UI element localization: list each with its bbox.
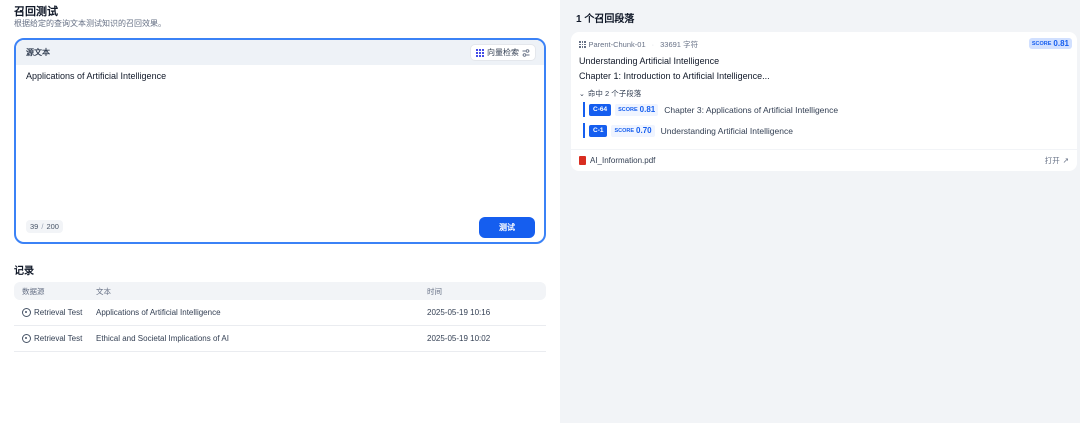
chevron-down-icon: ⌄: [579, 90, 585, 98]
child-chunk-text: Chapter 3: Applications of Artificial In…: [664, 104, 839, 115]
page-title: 召回测试: [14, 6, 58, 18]
score-label: SCORE: [1031, 40, 1052, 47]
open-label: 打开: [1044, 156, 1060, 165]
results-panel: 1 个召回段落 Parent-Chunk-01 · 33691 字符 SCORE…: [560, 0, 1080, 423]
vector-search-icon: [476, 48, 484, 57]
card-footer: AI_Information.pdf 打开 ↗: [571, 149, 1077, 171]
retrieval-test-panel: 召回测试 根据给定的查询文本测试知识的召回效果。 源文本 向量检索 Applic…: [0, 0, 560, 423]
record-text: Applications of Artificial Intelligence: [96, 308, 221, 317]
chunk-content-line: Understanding Artificial Intelligence: [579, 56, 720, 66]
query-box: 源文本 向量检索 Applications of Artificial Inte…: [14, 38, 546, 244]
child-chunk-row[interactable]: C-1 SCORE 0.70 Understanding Artificial …: [583, 123, 793, 138]
records-title: 记录: [14, 266, 34, 277]
record-time: 2025-05-19 10:16: [427, 308, 491, 317]
chunk-meta: Parent-Chunk-01 · 33691 字符: [579, 39, 698, 50]
chunk-grid-icon: [579, 41, 586, 48]
child-chunk-id: C-1: [589, 124, 608, 137]
open-link[interactable]: 打开 ↗: [1045, 155, 1069, 166]
chunk-name: Parent-Chunk-01: [588, 40, 646, 49]
test-button[interactable]: 测试: [479, 217, 535, 238]
settings-sliders-icon: [522, 48, 530, 57]
retrieval-target-icon: [22, 308, 31, 317]
results-title: 1 个召回段落: [576, 14, 635, 25]
chunk-content-line: Chapter 1: Introduction to Artificial In…: [579, 71, 770, 81]
record-source: Retrieval Test: [14, 308, 96, 317]
child-chunk-text: Understanding Artificial Intelligence: [660, 125, 793, 136]
query-box-header: 源文本 向量检索: [16, 40, 544, 65]
chunk-char-count: 33691 字符: [660, 40, 699, 49]
child-chunk-row[interactable]: C-64 SCORE 0.81 Chapter 3: Applications …: [583, 102, 838, 117]
retrieval-method-label: 向量检索: [487, 48, 519, 57]
record-time: 2025-05-19 10:02: [427, 334, 491, 343]
score-badge: SCORE 0.81: [1028, 38, 1072, 49]
result-card[interactable]: Parent-Chunk-01 · 33691 字符 SCORE 0.81 Un…: [571, 32, 1077, 171]
retrieval-target-icon: [22, 334, 31, 343]
source-file: AI_Information.pdf: [579, 156, 655, 165]
score-value: 0.81: [639, 105, 656, 114]
source-text-label: 源文本: [26, 48, 50, 57]
score-value: 0.70: [636, 126, 652, 135]
score-label: SCORE: [618, 106, 638, 113]
char-count: 39: [30, 222, 39, 231]
score-label: SCORE: [614, 127, 635, 134]
char-counter: 39 / 200: [26, 220, 63, 233]
column-header-time: 时间: [427, 286, 442, 296]
child-hits-toggle[interactable]: ⌄ 命中 2 个子段落: [579, 88, 641, 99]
column-header-source: 数据源: [22, 286, 45, 296]
pdf-icon: [579, 156, 586, 165]
external-link-icon: ↗: [1062, 156, 1069, 165]
child-chunk-id: C-64: [589, 103, 612, 116]
child-hits-label: 命中 2 个子段落: [587, 89, 642, 98]
page-subtitle: 根据给定的查询文本测试知识的召回效果。: [14, 19, 166, 28]
records-table-header: 数据源 文本 时间: [14, 282, 546, 300]
record-text: Ethical and Societal Implications of AI: [96, 334, 229, 343]
query-textarea[interactable]: Applications of Artificial Intelligence: [26, 71, 166, 81]
score-value: 0.81: [1053, 39, 1069, 48]
retrieval-method-button[interactable]: 向量检索: [470, 44, 536, 61]
table-row[interactable]: Retrieval Test Ethical and Societal Impl…: [14, 326, 546, 352]
child-score-badge: SCORE 0.81: [615, 103, 659, 116]
column-header-text: 文本: [96, 286, 111, 296]
record-source: Retrieval Test: [14, 334, 96, 343]
table-row[interactable]: Retrieval Test Applications of Artificia…: [14, 300, 546, 326]
records-table: 数据源 文本 时间 Retrieval Test Applications of…: [14, 282, 546, 352]
file-name: AI_Information.pdf: [590, 156, 656, 165]
char-limit: 200: [46, 222, 59, 231]
child-score-badge: SCORE 0.70: [611, 124, 655, 137]
